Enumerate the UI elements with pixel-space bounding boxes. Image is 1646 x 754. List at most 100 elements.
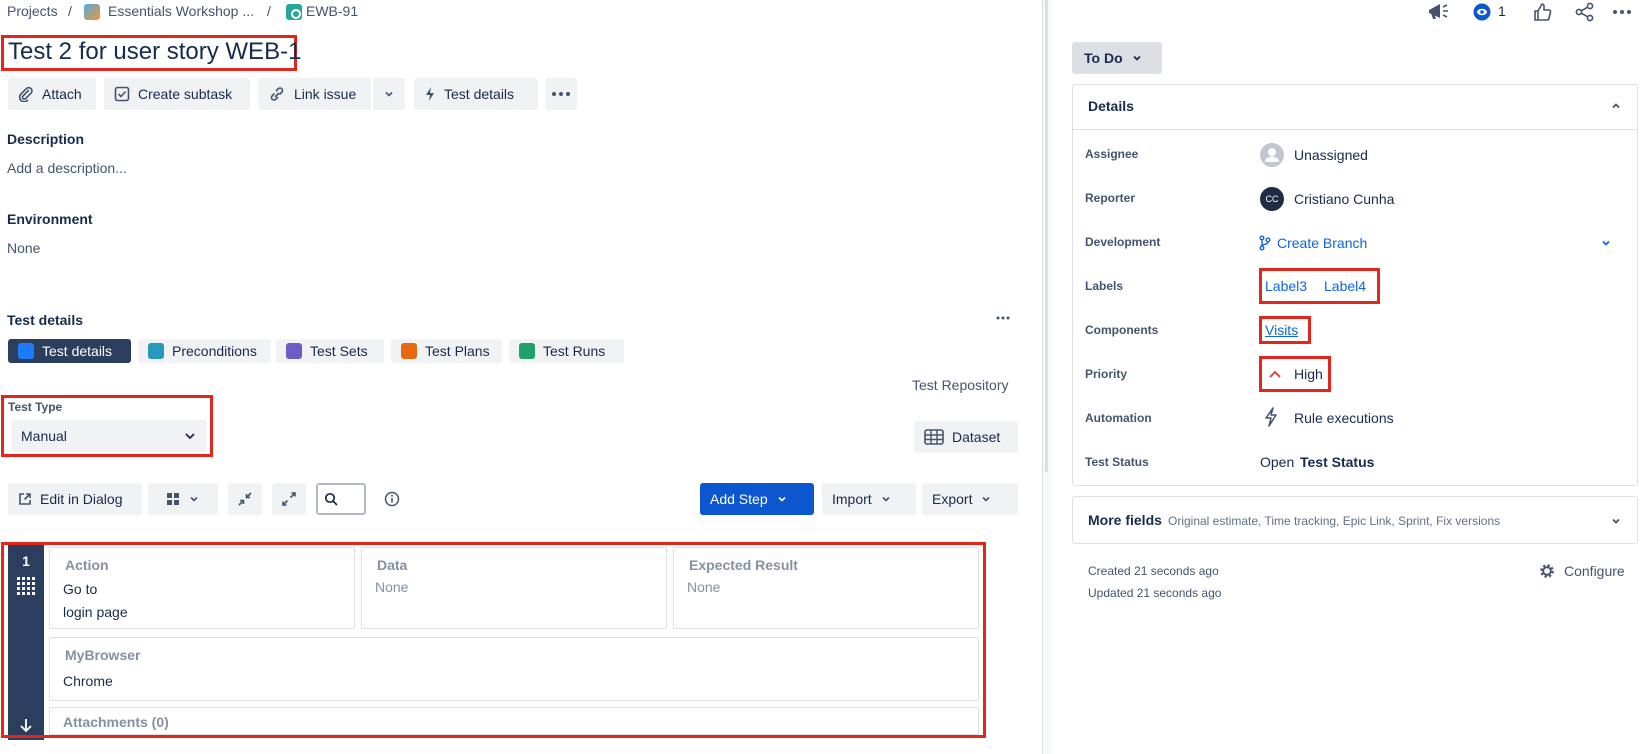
issue-title[interactable]: Test 2 for user story WEB-1 (8, 38, 301, 66)
import-button[interactable]: Import (822, 483, 916, 515)
attach-button[interactable]: Attach (8, 78, 96, 110)
updated-timestamp: Updated 21 seconds ago (1088, 586, 1222, 600)
create-branch-link[interactable]: Create Branch (1277, 235, 1367, 251)
environment-value[interactable]: None (7, 240, 40, 256)
add-step-button[interactable]: Add Step (700, 483, 814, 515)
breadcrumb-projects[interactable]: Projects (7, 3, 58, 19)
configure-button[interactable]: Configure (1538, 562, 1625, 580)
add-step-label: Add Step (710, 491, 768, 507)
development-label: Development (1085, 235, 1161, 249)
labels-highlight (1259, 268, 1380, 304)
automation-value[interactable]: Rule executions (1294, 410, 1394, 426)
tab-preconditions[interactable]: Preconditions (138, 339, 271, 363)
share-icon[interactable] (1575, 2, 1595, 22)
assignee-label: Assignee (1085, 147, 1139, 161)
unassigned-avatar-icon (1260, 143, 1284, 167)
create-subtask-label: Create subtask (138, 86, 233, 102)
tab-label: Test details (42, 343, 113, 359)
chevron-down-icon (980, 493, 992, 505)
details-header[interactable] (1072, 84, 1638, 130)
paperclip-icon (18, 86, 34, 102)
description-field[interactable]: Add a description... (7, 160, 127, 176)
environment-heading: Environment (7, 211, 93, 227)
dataset-button[interactable]: Dataset (914, 421, 1018, 453)
step-search-input[interactable] (316, 483, 366, 515)
link-issue-button[interactable]: Link issue (258, 78, 371, 110)
link-issue-label: Link issue (294, 86, 357, 102)
view-mode-dropdown[interactable] (148, 483, 218, 515)
section-more-icon[interactable] (996, 316, 1010, 320)
labels-label: Labels (1085, 279, 1124, 293)
collapse-button[interactable] (228, 483, 262, 515)
export-button[interactable]: Export (922, 483, 1018, 515)
link-icon (268, 86, 286, 102)
info-icon[interactable] (384, 491, 400, 507)
test-issue-type-icon (286, 4, 302, 20)
test-status-prefix: Open (1260, 454, 1295, 470)
thumbs-up-icon[interactable] (1532, 2, 1552, 22)
watch-count[interactable]: 1 (1498, 3, 1506, 19)
scrollbar-thumb[interactable] (1045, 0, 1048, 472)
list-icon (18, 343, 34, 359)
search-icon (324, 492, 338, 506)
megaphone-icon[interactable] (1426, 1, 1450, 23)
reporter-label: Reporter (1085, 191, 1136, 205)
test-details-button[interactable]: Test details (414, 78, 538, 110)
grid-icon (166, 492, 180, 506)
import-label: Import (832, 491, 872, 507)
description-heading: Description (7, 131, 85, 147)
eye-icon[interactable] (1472, 3, 1492, 21)
dataset-label: Dataset (952, 429, 1001, 445)
status-dropdown[interactable]: To Do (1072, 42, 1162, 74)
test-repository-link[interactable]: Test Repository (912, 377, 1008, 393)
chevron-down-icon (1131, 52, 1143, 64)
priority-highlight (1259, 356, 1331, 392)
tab-test-details[interactable]: Test details (8, 339, 131, 363)
create-subtask-button[interactable]: Create subtask (104, 78, 250, 110)
chevron-down-icon (776, 493, 788, 505)
subtask-icon (114, 86, 130, 102)
lightning-icon (424, 86, 436, 102)
open-external-icon (18, 492, 32, 506)
link-issue-dropdown-button[interactable] (373, 78, 405, 110)
more-icon[interactable] (1613, 10, 1631, 14)
more-fields-title: More fields (1088, 512, 1162, 528)
configure-label: Configure (1564, 563, 1625, 579)
components-label: Components (1085, 323, 1159, 337)
components-highlight (1259, 316, 1311, 344)
test-details-heading: Test details (7, 312, 83, 328)
tab-test-plans[interactable]: Test Plans (391, 339, 502, 363)
chevron-up-icon[interactable] (1610, 100, 1622, 112)
automation-lightning-icon (1264, 407, 1278, 427)
tab-label: Preconditions (172, 343, 257, 359)
more-fields-summary: Original estimate, Time tracking, Epic L… (1168, 514, 1501, 528)
test-status-label: Test Status (1085, 455, 1149, 469)
test-type-label: Test Type (8, 400, 63, 414)
reporter-value[interactable]: Cristiano Cunha (1294, 191, 1394, 207)
chevron-down-icon[interactable] (1610, 515, 1622, 527)
precondition-icon (148, 343, 164, 359)
breadcrumb-separator: / (68, 3, 72, 19)
more-actions-button[interactable] (545, 78, 577, 110)
tab-test-sets[interactable]: Test Sets (276, 339, 384, 363)
assignee-value[interactable]: Unassigned (1294, 147, 1368, 163)
tab-test-runs[interactable]: Test Runs (509, 339, 624, 363)
expand-button[interactable] (272, 483, 306, 515)
edit-in-dialog-button[interactable]: Edit in Dialog (8, 483, 142, 515)
breadcrumb-issue-key[interactable]: EWB-91 (306, 3, 358, 19)
tab-label: Test Sets (310, 343, 368, 359)
test-type-select[interactable]: Manual (11, 420, 207, 452)
reporter-avatar: CC (1260, 187, 1284, 211)
breadcrumb-separator: / (267, 3, 271, 19)
chevron-down-icon (188, 493, 200, 505)
chevron-down-icon[interactable] (1600, 237, 1612, 249)
status-label: To Do (1084, 50, 1123, 66)
collapse-icon (237, 491, 253, 507)
test-status-value[interactable]: Test Status (1300, 454, 1374, 470)
test-details-label: Test details (444, 86, 515, 102)
export-label: Export (932, 491, 973, 507)
details-title: Details (1088, 98, 1134, 114)
more-icon (552, 92, 570, 96)
breadcrumb-project[interactable]: Essentials Workshop ... (108, 3, 254, 19)
tab-label: Test Runs (543, 343, 606, 359)
